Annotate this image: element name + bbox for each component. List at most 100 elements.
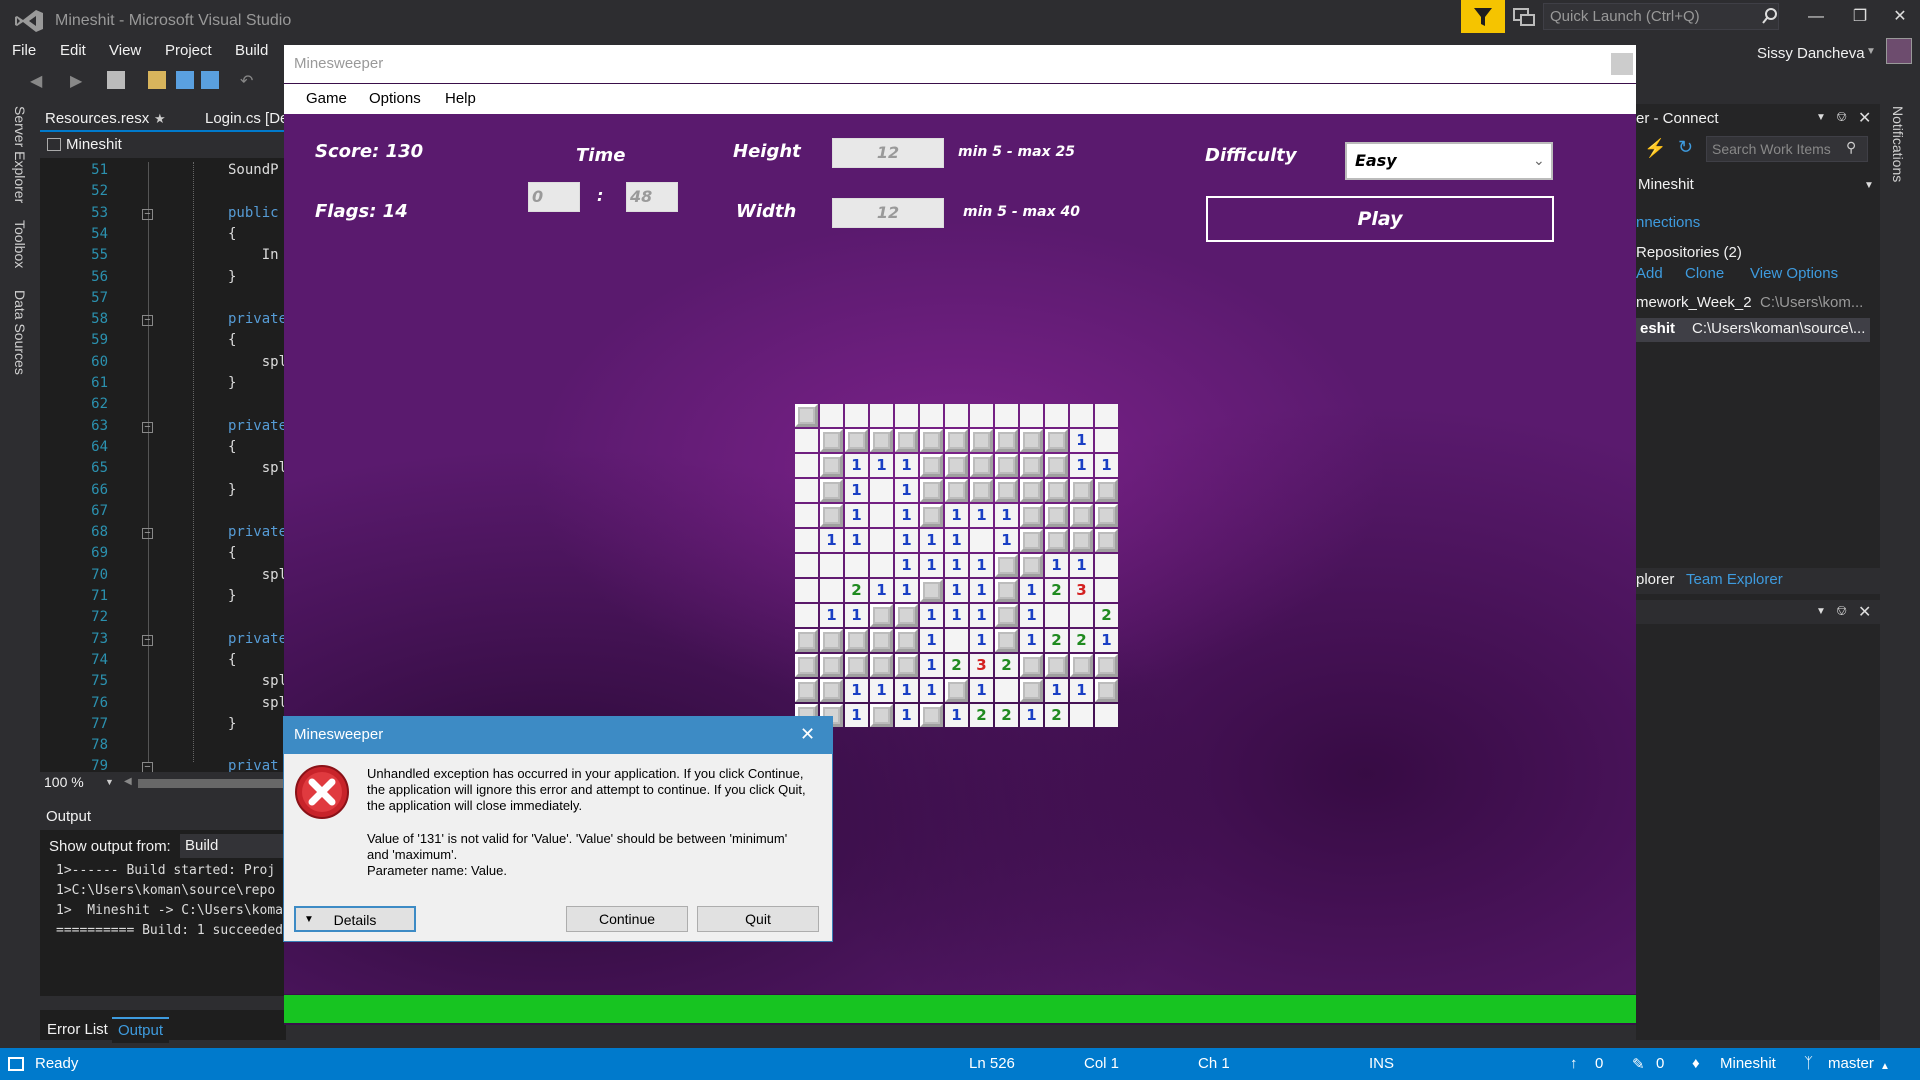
add-repo-link[interactable]: Add <box>1636 265 1663 282</box>
width-input[interactable]: 12 <box>832 198 944 228</box>
empty-cell[interactable] <box>995 404 1018 427</box>
number-cell[interactable]: 1 <box>870 579 893 602</box>
code-line[interactable]: } <box>228 482 236 498</box>
number-cell[interactable]: 3 <box>970 654 993 677</box>
horizontal-scrollbar[interactable] <box>138 779 284 788</box>
empty-cell[interactable] <box>845 404 868 427</box>
menu-help[interactable]: Help <box>445 90 476 107</box>
empty-cell[interactable] <box>820 579 843 602</box>
unrevealed-cell[interactable] <box>870 629 893 652</box>
tab-login-designer[interactable]: Login.cs [De <box>205 110 288 127</box>
number-cell[interactable]: 1 <box>920 554 943 577</box>
empty-cell[interactable] <box>1095 704 1118 727</box>
unrevealed-cell[interactable] <box>1095 479 1118 502</box>
unrevealed-cell[interactable] <box>920 479 943 502</box>
unrevealed-cell[interactable] <box>1020 654 1043 677</box>
number-cell[interactable]: 1 <box>1095 629 1118 652</box>
unpushed-commits-count[interactable]: 0 <box>1595 1055 1603 1072</box>
number-cell[interactable]: 1 <box>970 604 993 627</box>
unrevealed-cell[interactable] <box>920 504 943 527</box>
pin-icon[interactable]: ⎊ <box>1836 108 1847 125</box>
number-cell[interactable]: 2 <box>970 704 993 727</box>
close-panel-icon[interactable]: ✕ <box>1858 602 1871 622</box>
unrevealed-cell[interactable] <box>895 654 918 677</box>
open-file-icon[interactable] <box>148 71 166 89</box>
unrevealed-cell[interactable] <box>1020 679 1043 702</box>
number-cell[interactable]: 1 <box>895 679 918 702</box>
search-work-items-input[interactable]: Search Work Items <box>1706 136 1868 162</box>
empty-cell[interactable] <box>1045 604 1068 627</box>
unrevealed-cell[interactable] <box>870 704 893 727</box>
collapse-icon[interactable]: − <box>142 315 153 327</box>
empty-cell[interactable] <box>795 604 818 627</box>
code-line[interactable]: private <box>228 524 287 540</box>
empty-cell[interactable] <box>1045 404 1068 427</box>
number-cell[interactable]: 1 <box>895 579 918 602</box>
code-line[interactable]: { <box>228 652 236 668</box>
unrevealed-cell[interactable] <box>995 604 1018 627</box>
collapse-icon[interactable]: − <box>142 208 153 220</box>
tab-solution-explorer[interactable]: plorer <box>1636 571 1674 588</box>
number-cell[interactable]: 3 <box>1070 579 1093 602</box>
number-cell[interactable]: 1 <box>895 529 918 552</box>
number-cell[interactable]: 1 <box>895 504 918 527</box>
number-cell[interactable]: 1 <box>845 704 868 727</box>
number-cell[interactable]: 1 <box>945 529 968 552</box>
unrevealed-cell[interactable] <box>920 429 943 452</box>
unrevealed-cell[interactable] <box>820 429 843 452</box>
unrevealed-cell[interactable] <box>1045 504 1068 527</box>
number-cell[interactable]: 1 <box>1095 454 1118 477</box>
connect-plug-icon[interactable]: ⚡ <box>1644 138 1666 159</box>
number-cell[interactable]: 1 <box>820 529 843 552</box>
tab-team-explorer[interactable]: Team Explorer <box>1686 571 1783 588</box>
code-line[interactable]: spl <box>228 460 287 476</box>
unrevealed-cell[interactable] <box>995 454 1018 477</box>
zoom-level-dropdown[interactable]: 100 % <box>44 774 84 790</box>
number-cell[interactable]: 1 <box>1020 604 1043 627</box>
code-line[interactable]: private <box>228 418 287 434</box>
number-cell[interactable]: 1 <box>845 504 868 527</box>
number-cell[interactable]: 1 <box>1070 429 1093 452</box>
chevron-down-icon[interactable]: ▼ <box>1816 606 1826 617</box>
forward-icon[interactable]: ▶ <box>70 71 88 90</box>
unrevealed-cell[interactable] <box>1070 504 1093 527</box>
unrevealed-cell[interactable] <box>820 654 843 677</box>
number-cell[interactable]: 1 <box>920 654 943 677</box>
details-button[interactable]: ▼ Details <box>294 906 416 932</box>
pin-icon[interactable]: ⎊ <box>1836 602 1847 619</box>
close-panel-icon[interactable]: ✕ <box>1858 108 1871 128</box>
code-line[interactable]: { <box>228 439 236 455</box>
empty-cell[interactable] <box>795 479 818 502</box>
difficulty-dropdown[interactable]: Easy <box>1345 142 1553 180</box>
unrevealed-cell[interactable] <box>820 679 843 702</box>
number-cell[interactable]: 1 <box>895 554 918 577</box>
number-cell[interactable]: 1 <box>845 604 868 627</box>
number-cell[interactable]: 1 <box>1045 679 1068 702</box>
number-cell[interactable]: 1 <box>920 679 943 702</box>
search-icon[interactable] <box>1762 8 1778 24</box>
output-scrollbar[interactable] <box>40 996 286 1010</box>
user-name[interactable]: Sissy Dancheva <box>1757 45 1865 62</box>
status-repo[interactable]: Mineshit <box>1720 1055 1776 1072</box>
unrevealed-cell[interactable] <box>995 429 1018 452</box>
number-cell[interactable]: 1 <box>945 704 968 727</box>
unrevealed-cell[interactable] <box>1045 429 1068 452</box>
number-cell[interactable]: 1 <box>845 679 868 702</box>
unrevealed-cell[interactable] <box>1095 679 1118 702</box>
unrevealed-cell[interactable] <box>795 404 818 427</box>
clone-repo-link[interactable]: Clone <box>1685 265 1724 282</box>
navigation-class-dropdown[interactable]: Mineshit <box>66 136 122 153</box>
unrevealed-cell[interactable] <box>1020 454 1043 477</box>
unrevealed-cell[interactable] <box>1070 654 1093 677</box>
code-line[interactable]: { <box>228 332 236 348</box>
menu-options[interactable]: Options <box>369 90 421 107</box>
toolbox-tab[interactable]: Toolbox <box>12 220 28 268</box>
unrevealed-cell[interactable] <box>820 504 843 527</box>
number-cell[interactable]: 1 <box>1070 554 1093 577</box>
unrevealed-cell[interactable] <box>945 454 968 477</box>
number-cell[interactable]: 1 <box>895 454 918 477</box>
empty-cell[interactable] <box>1020 404 1043 427</box>
feedback-icon[interactable] <box>1512 6 1536 28</box>
number-cell[interactable]: 1 <box>820 604 843 627</box>
number-cell[interactable]: 1 <box>845 454 868 477</box>
